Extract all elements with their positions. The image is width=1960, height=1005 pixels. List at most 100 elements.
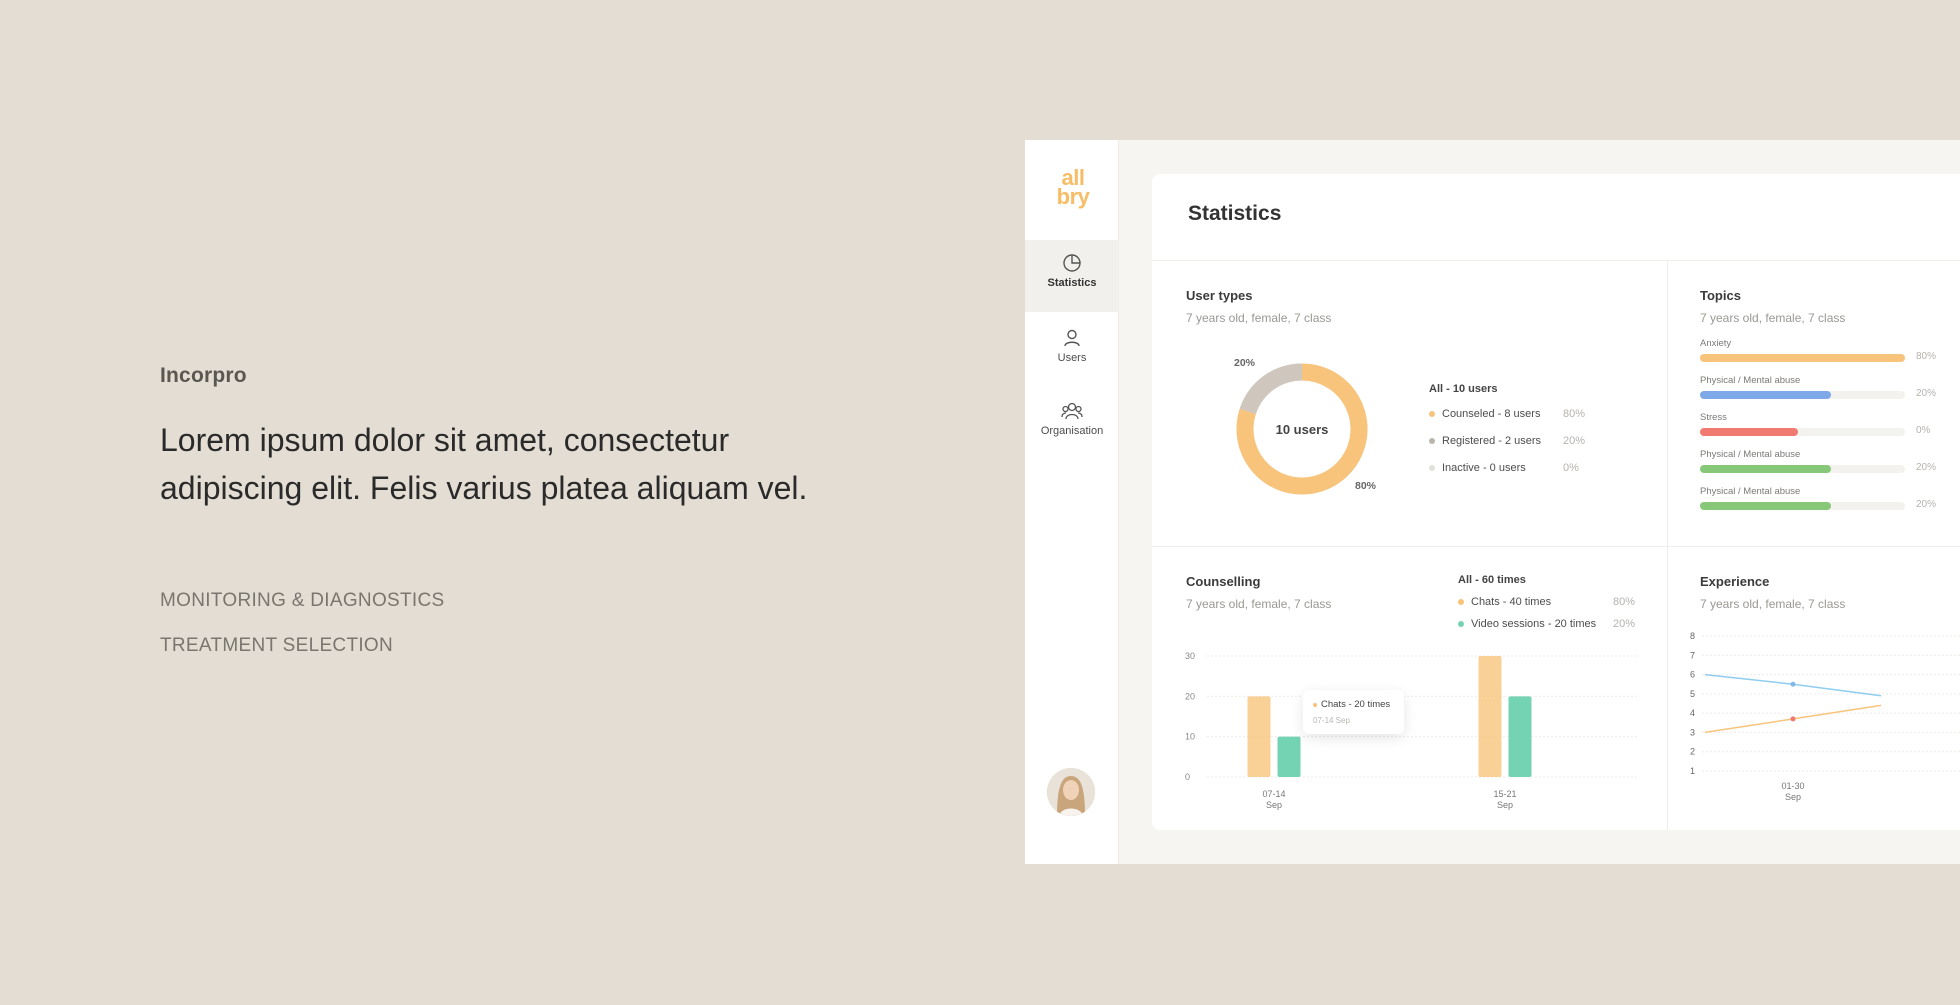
legend-item: Registered - 2 users: [1429, 435, 1541, 447]
x-tick-sublabel: Sep: [1785, 792, 1801, 802]
x-tick-label: 01-30: [1781, 781, 1804, 791]
x-tick-sublabel: Sep: [1266, 800, 1282, 810]
headline: Lorem ipsum dolor sit amet, consectetur …: [160, 416, 860, 512]
divider: [1667, 260, 1668, 830]
donut-center-label: 10 users: [1276, 422, 1329, 437]
divider: [1152, 260, 1960, 261]
user-types-subtitle: 7 years old, female, 7 class: [1186, 311, 1332, 325]
legend-item: Inactive - 0 users: [1429, 462, 1526, 474]
y-tick-label: 6: [1690, 670, 1695, 680]
organisation-icon: [1061, 402, 1083, 420]
bar-video-sessions: [1508, 696, 1532, 777]
y-tick-label: 2: [1690, 747, 1695, 757]
legend-pct: 80%: [1613, 596, 1636, 608]
legend-label: Registered - 2 users: [1442, 435, 1542, 447]
donut-label-80: 80%: [1355, 480, 1377, 492]
user-types-title: User types: [1186, 288, 1253, 303]
sidebar-item-organisation[interactable]: Organisation: [1025, 388, 1119, 460]
y-tick-label: 0: [1185, 772, 1190, 782]
divider: [1152, 546, 1960, 547]
user-icon: [1064, 329, 1080, 347]
legend-item: Video sessions - 20 times: [1458, 618, 1596, 630]
y-tick-label: 4: [1690, 708, 1695, 718]
logo-line-2: bry: [1056, 184, 1090, 209]
intro-copy: Incorpro Lorem ipsum dolor sit amet, con…: [160, 364, 860, 657]
counselling-bar-chart: 010203007-14Sep15-21Sep: [1185, 651, 1637, 810]
brand-name: Incorpro: [160, 364, 247, 387]
legend-dot: [1429, 411, 1435, 417]
topic-pct: 20%: [1916, 499, 1937, 510]
legend-pct: 0%: [1563, 462, 1579, 474]
headline-line-1: Lorem ipsum dolor sit amet, consectetur: [160, 422, 730, 458]
legend-pct: 20%: [1563, 435, 1586, 447]
bar-chats: [1247, 696, 1271, 777]
counselling-subtitle: 7 years old, female, 7 class: [1186, 597, 1332, 611]
avatar[interactable]: [1047, 768, 1095, 816]
topic-pct: 20%: [1916, 388, 1937, 399]
avatar-portrait: [1047, 768, 1095, 816]
topics-title: Topics: [1700, 288, 1741, 303]
statistics-card: Statistics User types 7 years old, femal…: [1152, 174, 1960, 830]
sidebar-item-label: Users: [1057, 352, 1087, 364]
legend-dot: [1458, 599, 1464, 605]
topic-bar: [1700, 354, 1905, 362]
experience-line-chart: 1 2 3 4 5 6 7 8 01-30Sep: [1690, 631, 1960, 802]
y-tick-label: 3: [1690, 727, 1695, 737]
x-tick-sublabel: Sep: [1497, 800, 1513, 810]
y-tick-label: 10: [1185, 732, 1195, 742]
donut-slice-registered: [1239, 363, 1303, 415]
legend-item: Chats - 40 times: [1458, 596, 1551, 608]
bar-chats: [1478, 656, 1502, 777]
legend-dot: [1429, 465, 1435, 471]
y-tick-label: 8: [1690, 631, 1695, 641]
pie-chart-icon: [1063, 254, 1081, 272]
user-types-legend-title: All - 10 users: [1429, 383, 1498, 395]
topic-label: Stress: [1700, 412, 1727, 423]
experience-subtitle: 7 years old, female, 7 class: [1700, 597, 1846, 611]
page-title: Statistics: [1188, 202, 1282, 225]
tooltip-label: Chats - 20 times: [1321, 699, 1391, 710]
counselling-legend-title: All - 60 times: [1458, 574, 1526, 586]
tooltip-date: 07-14 Sep: [1313, 716, 1350, 725]
topic-bar: [1700, 502, 1832, 510]
legend-dot: [1429, 438, 1435, 444]
topics-subtitle: 7 years old, female, 7 class: [1700, 311, 1846, 325]
app-window: all bry Statistics Users Organisation St…: [1025, 140, 1960, 864]
sidebar-item-label: Organisation: [1040, 425, 1104, 437]
tag-treatment: TREATMENT SELECTION: [160, 635, 394, 656]
topic-pct: 20%: [1916, 462, 1937, 473]
headline-line-2: adipiscing elit. Felis varius platea ali…: [160, 470, 808, 506]
line-point: [1790, 716, 1796, 722]
sidebar-item-users[interactable]: Users: [1025, 315, 1119, 387]
y-tick-label: 5: [1690, 689, 1695, 699]
topic-pct: 80%: [1916, 351, 1937, 362]
legend-pct: 20%: [1613, 618, 1636, 630]
legend-label: Chats - 40 times: [1471, 596, 1552, 608]
tooltip-main: Chats - 20 times: [1313, 699, 1390, 710]
y-tick-label: 7: [1690, 650, 1695, 660]
tooltip-dot: [1313, 702, 1317, 707]
topic-bar: [1700, 465, 1832, 473]
topic-label: Physical / Mental abuse: [1700, 486, 1801, 497]
sidebar-item-label: Statistics: [1047, 277, 1097, 289]
topic-label: Physical / Mental abuse: [1700, 375, 1801, 386]
y-tick-label: 20: [1185, 691, 1195, 701]
allbry-logo[interactable]: all bry: [1051, 167, 1095, 209]
legend-pct: 80%: [1563, 408, 1586, 420]
topic-pct: 0%: [1916, 425, 1931, 436]
chart-tooltip: Chats - 20 times 07-14 Sep: [1303, 690, 1404, 734]
sidebar: all bry Statistics Users Organisation: [1025, 140, 1119, 864]
legend-label: Counseled - 8 users: [1442, 408, 1541, 420]
sidebar-item-statistics[interactable]: Statistics: [1025, 240, 1119, 312]
legend-dot: [1458, 621, 1464, 627]
y-tick-label: 1: [1690, 766, 1695, 776]
bar-video-sessions: [1277, 736, 1301, 777]
legend-item: Counseled - 8 users: [1429, 408, 1540, 420]
x-tick-label: 07-14: [1262, 789, 1285, 799]
topic-label: Physical / Mental abuse: [1700, 449, 1801, 460]
legend-label: Inactive - 0 users: [1442, 462, 1526, 474]
x-tick-label: 15-21: [1493, 789, 1516, 799]
legend-label: Video sessions - 20 times: [1471, 618, 1597, 630]
experience-title: Experience: [1700, 574, 1770, 589]
counselling-title: Counselling: [1186, 574, 1261, 589]
